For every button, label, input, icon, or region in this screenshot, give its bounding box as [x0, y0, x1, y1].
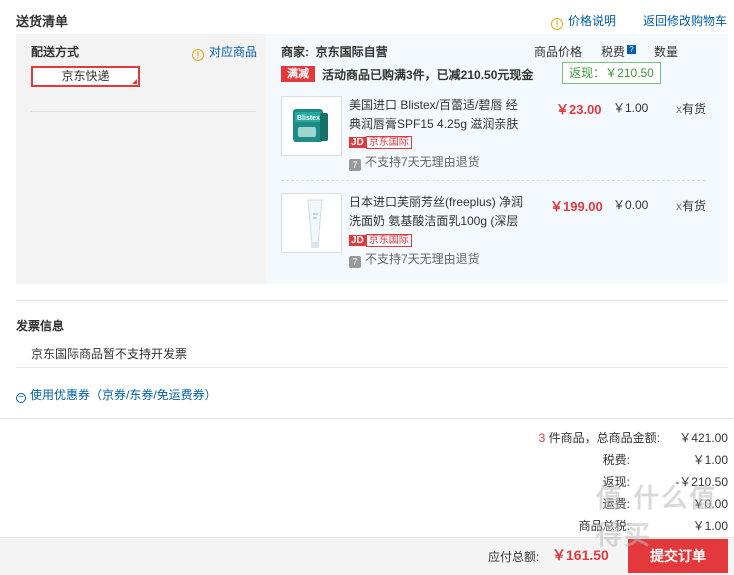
- item-price: ￥199.00: [550, 199, 603, 214]
- invoice-title: 发票信息: [16, 319, 65, 333]
- payable-label: 应付总额:: [488, 550, 540, 564]
- jd-intl-tag: JD 京东国际: [349, 234, 412, 247]
- product-name[interactable]: 美国进口 Blistex/百蕾适/碧唇 经 典润唇膏SPF15 4.25g 滋润…: [349, 96, 534, 134]
- seller-info: 商家: 京东国际自营: [281, 45, 388, 59]
- stock-status: x有货: [676, 102, 707, 116]
- divider: [16, 367, 728, 368]
- info-icon: !: [192, 49, 204, 61]
- divider: [0, 418, 734, 419]
- goods-total-value: ￥421.00: [679, 431, 728, 445]
- item-tax: ￥0.00: [613, 198, 649, 212]
- invoice-note: 京东国际商品暂不支持开发票: [31, 347, 188, 361]
- no-return-icon: 7: [349, 256, 361, 268]
- match-goods-link[interactable]: ! 对应商品: [192, 43, 257, 61]
- site-watermark: 值 什么值得买: [596, 483, 718, 550]
- item-divider: [281, 180, 705, 181]
- rebate-badge: 返现：￥210.50: [562, 62, 661, 84]
- stock-status: x有货: [676, 199, 707, 213]
- shipping-option-jd-express[interactable]: 京东快递: [31, 66, 140, 87]
- col-qty-header: 数量: [654, 45, 679, 59]
- col-tax-header: 税费?: [601, 43, 637, 60]
- promo-tag: 满减: [281, 66, 315, 82]
- promo-text: 活动商品已购满3件，已减210.50元现金: [322, 68, 534, 82]
- price-note-link[interactable]: ! 价格说明: [551, 12, 616, 30]
- divider: [31, 111, 256, 112]
- item-tax: ￥1.00: [613, 101, 649, 115]
- collapse-icon: −: [16, 393, 26, 403]
- selected-check-icon: [132, 79, 137, 84]
- help-icon[interactable]: ?: [627, 45, 637, 54]
- info-icon: !: [551, 18, 563, 30]
- cleanser-tube-image: [282, 194, 341, 252]
- col-price-header: 商品价格: [534, 45, 583, 59]
- no-return-notice: 7 不支持7天无理由退货: [349, 153, 480, 171]
- product-name[interactable]: 日本进口芙丽芳丝(freeplus) 净润 洗面奶 氨基酸洁面乳100g (深层: [349, 193, 534, 231]
- coupon-toggle[interactable]: − 使用优惠券（京券/东券/免运费券）: [16, 386, 217, 403]
- item-price: ￥23.00: [556, 102, 602, 117]
- product-thumbnail[interactable]: Blistex: [281, 96, 342, 156]
- no-return-notice: 7 不支持7天无理由退货: [349, 250, 480, 268]
- back-to-cart-link[interactable]: 返回修改购物车: [643, 12, 727, 29]
- shipping-method-label: 配送方式: [31, 45, 80, 59]
- jd-intl-tag: JD 京东国际: [349, 136, 412, 149]
- product-thumbnail[interactable]: [281, 193, 342, 253]
- tax-label: 税费:: [602, 453, 630, 467]
- divider: [16, 300, 728, 301]
- lip-balm-image: Blistex: [282, 97, 341, 155]
- tax-value: ￥1.00: [692, 453, 728, 467]
- goods-count-label: 3 件商品，总商品金额:: [538, 431, 660, 445]
- no-return-icon: 7: [349, 159, 361, 171]
- section-title-delivery: 送货清单: [16, 14, 69, 29]
- brand-text: Blistex: [297, 115, 320, 122]
